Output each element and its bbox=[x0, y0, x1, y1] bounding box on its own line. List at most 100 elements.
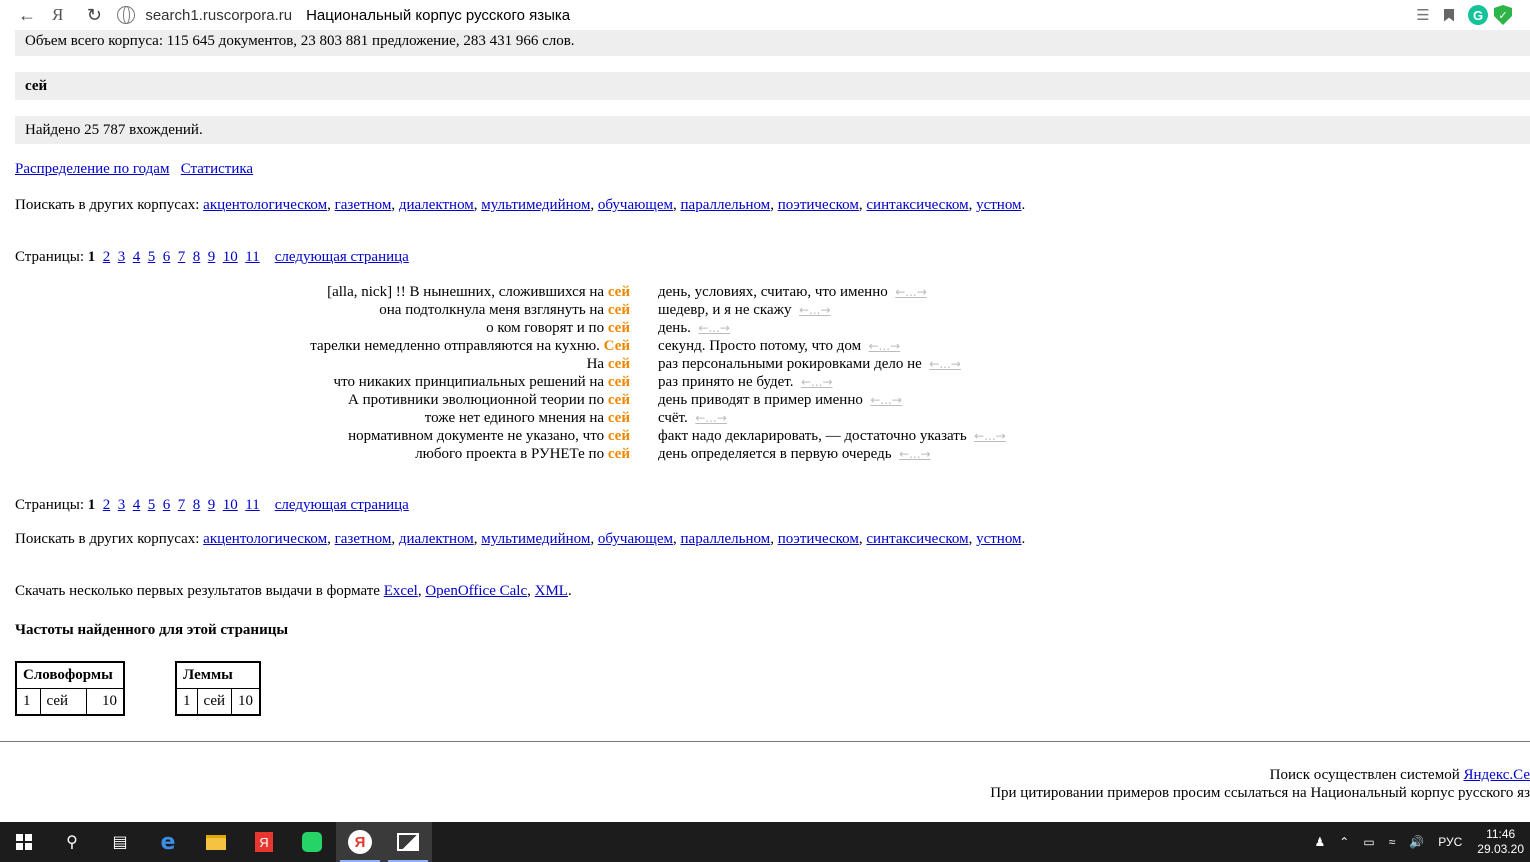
page-link[interactable]: 5 bbox=[148, 497, 156, 513]
volume-icon[interactable]: 🔊 bbox=[1402, 835, 1431, 849]
page-link[interactable]: 3 bbox=[118, 497, 126, 513]
page-link[interactable]: 8 bbox=[193, 497, 201, 513]
corpus-link-poetic[interactable]: поэтическом bbox=[778, 197, 859, 213]
page-link[interactable]: 8 bbox=[193, 249, 201, 265]
expand-context-link[interactable]: ←...→ bbox=[698, 321, 730, 335]
page-link[interactable]: 7 bbox=[178, 249, 186, 265]
url-text[interactable]: search1.ruscorpora.ru bbox=[145, 7, 292, 24]
corpus-link-parallel[interactable]: параллельном bbox=[681, 531, 771, 547]
footer-divider bbox=[0, 741, 1530, 742]
download-xml-link[interactable]: XML bbox=[535, 583, 568, 599]
corpus-link-spoken[interactable]: устном bbox=[976, 197, 1021, 213]
download-calc-link[interactable]: OpenOffice Calc bbox=[425, 583, 527, 599]
next-page-link[interactable]: следующая страница bbox=[275, 497, 409, 513]
expand-context-link[interactable]: ←...→ bbox=[929, 357, 961, 371]
next-page-link[interactable]: следующая страница bbox=[275, 249, 409, 265]
corpus-link-parallel[interactable]: параллельном bbox=[681, 197, 771, 213]
corpus-link-dialect[interactable]: диалектном bbox=[399, 197, 474, 213]
pagination-label: Страницы: bbox=[15, 497, 85, 513]
expand-context-link[interactable]: ←...→ bbox=[801, 375, 833, 389]
page-link[interactable]: 6 bbox=[163, 249, 171, 265]
language-indicator[interactable]: РУС bbox=[1431, 835, 1469, 849]
current-page: 1 bbox=[87, 249, 96, 265]
corpus-link-multimedia[interactable]: мультимедийном bbox=[481, 197, 590, 213]
protect-shield-icon[interactable]: ✓ bbox=[1494, 5, 1512, 25]
page-link[interactable]: 4 bbox=[133, 249, 141, 265]
expand-context-link[interactable]: ←...→ bbox=[895, 285, 927, 299]
keyword: сей bbox=[607, 392, 630, 408]
page-link[interactable]: 3 bbox=[118, 249, 126, 265]
back-arrow-icon[interactable]: ← bbox=[12, 0, 42, 30]
concordance-list: [alla, nick] !! В нынешних, сложившихся … bbox=[15, 283, 1530, 463]
corpus-size-text: Объем всего корпуса: 115 645 документов,… bbox=[25, 33, 575, 49]
refresh-icon[interactable]: ↻ bbox=[79, 0, 109, 30]
corpus-link-learning[interactable]: обучающем bbox=[598, 531, 673, 547]
chevron-up-icon[interactable]: ⌃ bbox=[1332, 835, 1356, 849]
expand-context-link[interactable]: ←...→ bbox=[974, 429, 1006, 443]
browser-toolbar: ← Я ↻ search1.ruscorpora.ru Национальный… bbox=[0, 0, 1530, 30]
grammarly-extension-icon[interactable]: G bbox=[1468, 5, 1488, 25]
corpus-link-newspaper[interactable]: газетном bbox=[335, 197, 392, 213]
right-context: день, условиях, считаю, что именно bbox=[658, 284, 888, 300]
yandex-search-link[interactable]: Яндекс.Се bbox=[1464, 767, 1530, 783]
wifi-icon[interactable]: ≈ bbox=[1382, 835, 1403, 849]
year-distribution-link[interactable]: Распределение по годам bbox=[15, 161, 169, 177]
page-link[interactable]: 11 bbox=[245, 497, 259, 513]
corpus-link-syntax[interactable]: синтаксическом bbox=[866, 197, 968, 213]
search-icon[interactable]: ⚲ bbox=[48, 822, 96, 862]
expand-context-link[interactable]: ←...→ bbox=[899, 447, 931, 461]
address-bar[interactable]: search1.ruscorpora.ru Национальный корпу… bbox=[117, 2, 570, 28]
page-link[interactable]: 9 bbox=[208, 249, 216, 265]
page-link[interactable]: 11 bbox=[245, 249, 259, 265]
page-link[interactable]: 7 bbox=[178, 497, 186, 513]
corpus-link-multimedia[interactable]: мультимедийном bbox=[481, 531, 590, 547]
reader-mode-icon[interactable]: ☰ bbox=[1410, 0, 1436, 30]
people-icon[interactable]: ♟ bbox=[1308, 835, 1333, 849]
expand-context-link[interactable]: ←...→ bbox=[870, 393, 902, 407]
corpus-link-newspaper[interactable]: газетном bbox=[335, 531, 392, 547]
left-context: она подтолкнула меня взглянуть на bbox=[379, 302, 605, 318]
left-context: нормативном документе не указано, что bbox=[348, 428, 605, 444]
concordance-row: она подтолкнула меня взглянуть на сей ше… bbox=[15, 301, 1530, 319]
concordance-row: любого проекта в РУНЕТе по сей день опре… bbox=[15, 445, 1530, 463]
clock[interactable]: 11:46 29.03.20 bbox=[1469, 827, 1530, 857]
other-corpora-label: Поискать в других корпусах: bbox=[15, 197, 200, 213]
current-page: 1 bbox=[87, 497, 96, 513]
corpus-link-syntax[interactable]: синтаксическом bbox=[866, 531, 968, 547]
start-button[interactable] bbox=[0, 822, 48, 862]
expand-context-link[interactable]: ←...→ bbox=[799, 303, 831, 317]
expand-context-link[interactable]: ←...→ bbox=[869, 339, 901, 353]
photos-app-icon[interactable] bbox=[384, 822, 432, 862]
corpus-link-accent[interactable]: акцентологическом bbox=[203, 197, 327, 213]
corpus-link-accent[interactable]: акцентологическом bbox=[203, 531, 327, 547]
page-link[interactable]: 6 bbox=[163, 497, 171, 513]
page-link[interactable]: 10 bbox=[223, 249, 238, 265]
page-link[interactable]: 10 bbox=[223, 497, 238, 513]
concordance-row: тарелки немедленно отправляются на кухню… bbox=[15, 337, 1530, 355]
yandex-app-icon[interactable]: Я bbox=[240, 822, 288, 862]
page-link[interactable]: 2 bbox=[103, 249, 111, 265]
expand-context-link[interactable]: ←...→ bbox=[695, 411, 727, 425]
edge-icon[interactable]: e bbox=[144, 822, 192, 862]
corpus-link-dialect[interactable]: диалектном bbox=[399, 531, 474, 547]
page-link[interactable]: 5 bbox=[148, 249, 156, 265]
concordance-row: А противники эволюционной теории по сей … bbox=[15, 391, 1530, 409]
statistics-link[interactable]: Статистика bbox=[181, 161, 253, 177]
page-link[interactable]: 9 bbox=[208, 497, 216, 513]
corpus-link-learning[interactable]: обучающем bbox=[598, 197, 673, 213]
battery-icon[interactable]: ▭ bbox=[1356, 835, 1381, 849]
corpus-link-spoken[interactable]: устном bbox=[976, 531, 1021, 547]
found-bar: Найдено 25 787 вхождений. bbox=[15, 116, 1530, 144]
whatsapp-icon[interactable] bbox=[288, 822, 336, 862]
page-link[interactable]: 4 bbox=[133, 497, 141, 513]
yandex-logo-icon[interactable]: Я bbox=[52, 5, 63, 25]
page-link[interactable]: 2 bbox=[103, 497, 111, 513]
yandex-browser-icon[interactable]: Я bbox=[336, 822, 384, 862]
left-context: любого проекта в РУНЕТе по bbox=[415, 446, 605, 462]
download-excel-link[interactable]: Excel bbox=[384, 583, 418, 599]
bookmark-icon[interactable] bbox=[1436, 0, 1462, 30]
task-view-icon[interactable]: ▤ bbox=[96, 822, 144, 862]
file-explorer-icon[interactable] bbox=[192, 822, 240, 862]
corpus-link-poetic[interactable]: поэтическом bbox=[778, 531, 859, 547]
keyword: сей bbox=[607, 374, 630, 390]
